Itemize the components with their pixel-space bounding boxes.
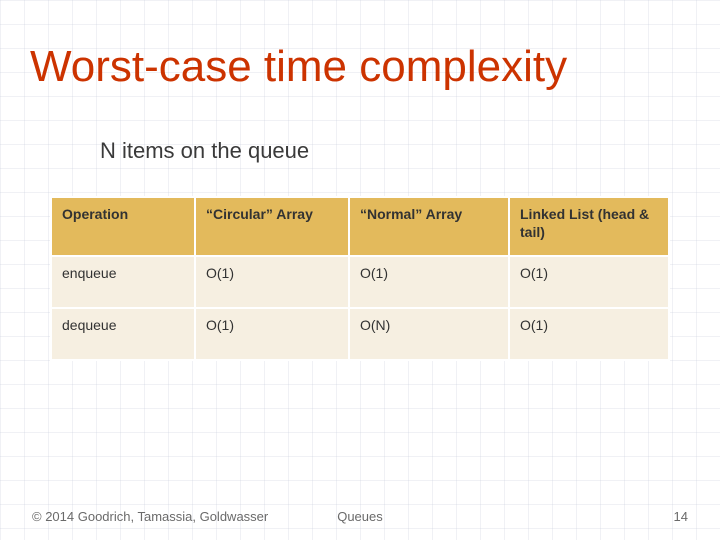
cell-value: O(1) xyxy=(509,256,669,308)
slide-footer: © 2014 Goodrich, Tamassia, Goldwasser Qu… xyxy=(32,509,688,524)
cell-operation: enqueue xyxy=(51,256,195,308)
cell-value: O(N) xyxy=(349,308,509,360)
slide-title: Worst-case time complexity xyxy=(30,42,567,92)
table-row: dequeue O(1) O(N) O(1) xyxy=(51,308,669,360)
cell-value: O(1) xyxy=(509,308,669,360)
footer-topic: Queues xyxy=(32,509,688,524)
table-header-row: Operation “Circular” Array “Normal” Arra… xyxy=(51,197,669,256)
col-header-normal-array: “Normal” Array xyxy=(349,197,509,256)
cell-value: O(1) xyxy=(349,256,509,308)
table-row: enqueue O(1) O(1) O(1) xyxy=(51,256,669,308)
cell-value: O(1) xyxy=(195,256,349,308)
col-header-circular-array: “Circular” Array xyxy=(195,197,349,256)
col-header-operation: Operation xyxy=(51,197,195,256)
cell-value: O(1) xyxy=(195,308,349,360)
col-header-linked-list: Linked List (head & tail) xyxy=(509,197,669,256)
slide-subhead: N items on the queue xyxy=(100,138,309,164)
cell-operation: dequeue xyxy=(51,308,195,360)
complexity-table: Operation “Circular” Array “Normal” Arra… xyxy=(50,196,670,361)
